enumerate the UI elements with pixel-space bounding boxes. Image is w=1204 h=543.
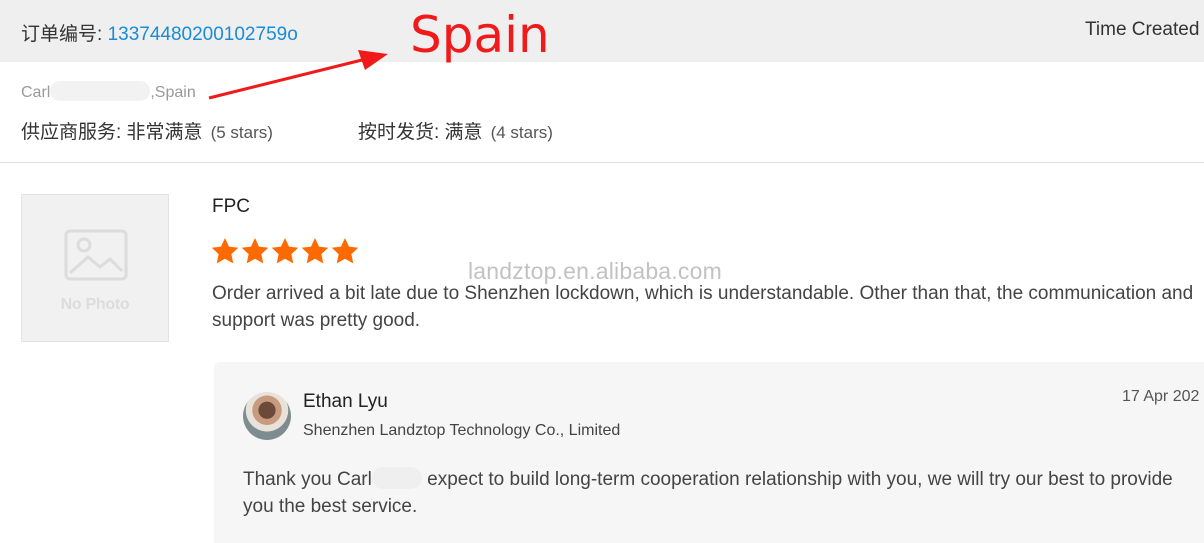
star-icon bbox=[331, 238, 359, 264]
reply-date: 17 Apr 202 bbox=[1122, 388, 1200, 405]
annotation-label: Spain bbox=[410, 6, 550, 64]
rating-stars-text: (4 stars) bbox=[490, 123, 553, 142]
redacted-name-blur bbox=[371, 467, 422, 489]
rating-label: 按时发货: 满意 bbox=[358, 122, 483, 143]
review-text: Order arrived a bit late due to Shenzhen… bbox=[212, 283, 1194, 331]
image-placeholder-icon bbox=[64, 229, 128, 281]
replier-name: Ethan Lyu bbox=[303, 391, 388, 412]
star-icon bbox=[211, 238, 239, 264]
replier-company: Shenzhen Landztop Technology Co., Limite… bbox=[303, 422, 621, 439]
on-time-shipment-rating: 按时发货: 满意 (4 stars) bbox=[358, 117, 553, 144]
annotation-arrow-icon bbox=[208, 50, 388, 100]
product-name[interactable]: FPC bbox=[212, 196, 250, 218]
supplier-reply: Ethan Lyu Shenzhen Landztop Technology C… bbox=[214, 362, 1204, 543]
avatar bbox=[243, 392, 291, 440]
no-photo-label: No Photo bbox=[60, 296, 130, 313]
order-header: 订单编号: 13374480200102759o Time Created bbox=[0, 0, 1204, 62]
buyer-info: Carl ,Spain bbox=[21, 81, 196, 102]
star-icon bbox=[241, 238, 269, 264]
redacted-name-blur bbox=[50, 81, 151, 101]
section-divider bbox=[0, 162, 1204, 163]
reply-text: Thank you Carl expect to build long-term… bbox=[243, 466, 1173, 520]
buyer-country: ,Spain bbox=[150, 84, 196, 101]
buyer-name: Carl bbox=[21, 84, 51, 101]
supplier-service-rating: 供应商服务: 非常满意 (5 stars) bbox=[21, 117, 273, 144]
rating-label: 供应商服务: 非常满意 bbox=[21, 122, 203, 143]
reply-text-start: Thank you Carl bbox=[243, 469, 372, 490]
order-number-label: 订单编号: bbox=[21, 24, 108, 45]
rating-stars-text: (5 stars) bbox=[210, 123, 273, 142]
product-photo-placeholder: No Photo bbox=[21, 194, 169, 342]
star-icon bbox=[301, 238, 329, 264]
time-created-label: Time Created bbox=[1085, 19, 1200, 40]
star-icon bbox=[271, 238, 299, 264]
